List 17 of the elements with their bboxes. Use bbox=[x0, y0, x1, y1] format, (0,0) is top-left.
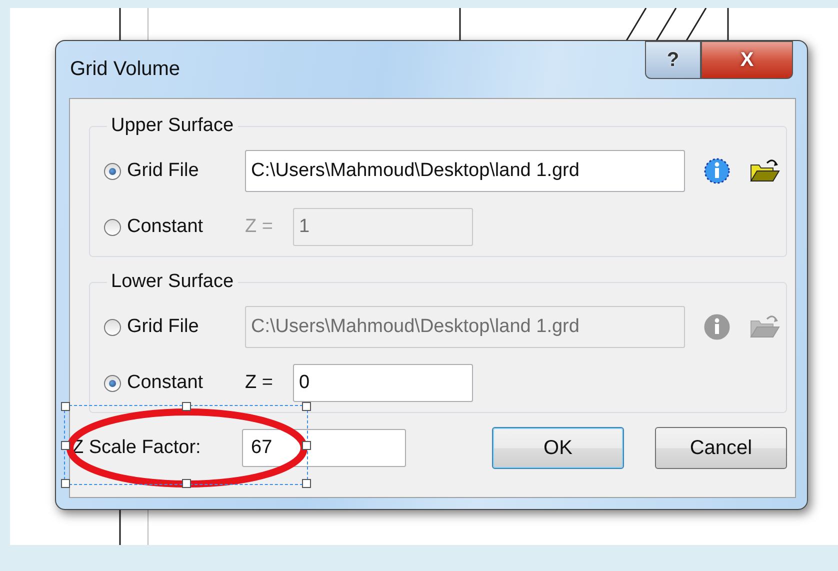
file-path-field[interactable]: C:\Users\Mahmoud\Desktop\land 1.grd bbox=[245, 150, 685, 192]
ok-button[interactable]: OK bbox=[492, 427, 624, 469]
z-label: Z = bbox=[245, 216, 274, 238]
radio-button[interactable] bbox=[104, 374, 121, 392]
cancel-button[interactable]: Cancel bbox=[655, 427, 787, 469]
scale-factor-field[interactable]: 67 bbox=[242, 429, 406, 467]
help-button[interactable]: ? bbox=[645, 41, 701, 79]
group-title: Lower Surface bbox=[110, 271, 235, 293]
radio-option[interactable]: Grid File bbox=[104, 160, 245, 182]
constant-field[interactable]: 0 bbox=[293, 364, 473, 402]
close-button[interactable]: X bbox=[701, 41, 793, 79]
group-title: Upper Surface bbox=[110, 115, 235, 137]
info-icon[interactable] bbox=[703, 157, 731, 185]
z-label: Z = bbox=[245, 372, 274, 394]
window-title: Grid Volume bbox=[70, 58, 180, 81]
radio-button[interactable] bbox=[104, 162, 121, 180]
radio-option[interactable]: Constant bbox=[104, 372, 245, 394]
